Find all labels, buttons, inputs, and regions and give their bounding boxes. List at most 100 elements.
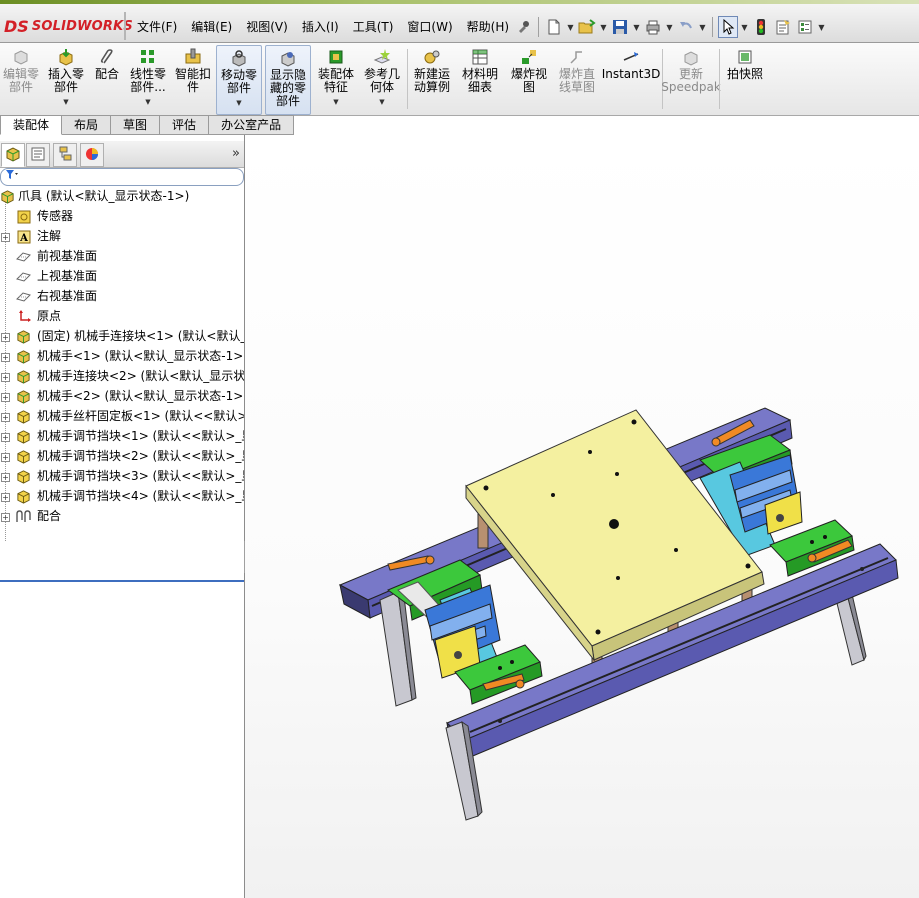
edit-component-button[interactable]: 编辑零 部件 [0, 45, 42, 113]
menu-view[interactable]: 视图(V) [239, 14, 295, 40]
solidworks-logo[interactable]: DS SOLIDWORKS [4, 14, 133, 38]
insert-component-button[interactable]: 插入零 部件 ▼ [44, 45, 88, 113]
insert-component-dropdown-icon[interactable]: ▼ [63, 96, 68, 109]
show-hidden-components-button[interactable]: 显示隐 藏的零 部件 [265, 45, 311, 115]
expand-icon[interactable]: + [1, 393, 10, 402]
snapshot-button[interactable]: 拍快照 [722, 45, 768, 113]
plane-icon [16, 289, 31, 304]
toolbar-separator [712, 17, 713, 37]
instant3d-button[interactable]: Instant3D [602, 45, 660, 113]
assembly-features-dropdown-icon[interactable]: ▼ [333, 96, 338, 109]
show-hidden-label: 显示隐 藏的零 部件 [269, 68, 306, 108]
new-document-icon[interactable] [544, 16, 564, 38]
menu-file[interactable]: 文件(F) [130, 14, 184, 40]
tab-assembly[interactable]: 装配体 [0, 115, 63, 135]
expand-icon[interactable]: + [1, 233, 10, 242]
mate-label: 配合 [94, 67, 119, 81]
configuration-manager-tab[interactable] [53, 143, 77, 167]
mate-button[interactable]: 配合 [90, 45, 124, 113]
tree-root[interactable]: 爪具 (默认<默认_显示状态-1>) [0, 187, 244, 207]
panel-expand-icon[interactable]: » [232, 146, 240, 161]
tab-office-products[interactable]: 办公室产品 [209, 115, 295, 135]
tree-item-component[interactable]: + 机械手丝杆固定板<1> (默认<<默认>_ [0, 407, 244, 427]
expand-icon[interactable]: + [1, 493, 10, 502]
ribbon-separator [719, 49, 720, 109]
tab-sketch[interactable]: 草图 [111, 115, 161, 135]
move-component-button[interactable]: 移动零 部件 ▼ [216, 45, 262, 115]
reference-geometry-dropdown-icon[interactable]: ▼ [379, 96, 384, 109]
options-dropdown-icon[interactable]: ▼ [817, 23, 826, 32]
explode-line-sketch-button[interactable]: 爆炸直 线草图 [554, 45, 600, 113]
expand-icon[interactable]: + [1, 353, 10, 362]
save-dropdown-icon[interactable]: ▼ [632, 23, 641, 32]
reference-geometry-label: 参考几 何体 [363, 67, 400, 94]
tree-item-top-plane[interactable]: 上视基准面 [0, 267, 244, 287]
print-icon[interactable] [643, 16, 663, 38]
tree-item-component[interactable]: + 机械手调节挡块<4> (默认<<默认>_显 [0, 487, 244, 507]
display-manager-tab[interactable] [80, 143, 104, 167]
update-speedpak-button[interactable]: 更新 Speedpak [661, 45, 721, 113]
linear-pattern-button[interactable]: 线性零 部件... ▼ [126, 45, 170, 113]
menu-tools[interactable]: 工具(T) [346, 14, 401, 40]
rebuild-icon[interactable] [751, 16, 771, 38]
open-icon[interactable] [577, 16, 597, 38]
tree-rollback-bar[interactable] [0, 580, 244, 582]
filter-icon[interactable] [5, 169, 19, 184]
new-motion-study-button[interactable]: 新建运 动算例 [410, 45, 454, 113]
menu-window[interactable]: 窗口(W) [400, 14, 459, 40]
assembly-features-button[interactable]: 装配体 特征 ▼ [314, 45, 358, 113]
menu-help[interactable]: 帮助(H) [460, 14, 516, 40]
menu-insert[interactable]: 插入(I) [295, 14, 346, 40]
expand-icon[interactable]: + [1, 333, 10, 342]
tree-item-right-plane[interactable]: 右视基准面 [0, 287, 244, 307]
menu-edit[interactable]: 编辑(E) [184, 14, 239, 40]
save-icon[interactable] [610, 16, 630, 38]
tree-item-component[interactable]: + 机械手<2> (默认<默认_显示状态-1>) [0, 387, 244, 407]
reference-geometry-button[interactable]: 参考几 何体 ▼ [360, 45, 404, 113]
svg-text:A: A [19, 233, 28, 244]
open-dropdown-icon[interactable]: ▼ [599, 23, 608, 32]
tree-item-annotations[interactable]: + A 注解 [0, 227, 244, 247]
tree-item-origin[interactable]: 原点 [0, 307, 244, 327]
select-icon[interactable] [718, 16, 738, 38]
graphics-area[interactable] [245, 135, 919, 898]
pin-icon[interactable] [513, 16, 533, 38]
expand-icon[interactable]: + [1, 513, 10, 522]
print-dropdown-icon[interactable]: ▼ [665, 23, 674, 32]
tree-item-component[interactable]: + (固定) 机械手连接块<1> (默认<默认_显 [0, 327, 244, 347]
move-component-dropdown-icon[interactable]: ▼ [236, 97, 241, 110]
bom-button[interactable]: 材料明 细表 [458, 45, 502, 113]
expand-icon[interactable]: + [1, 373, 10, 382]
expand-icon[interactable]: + [1, 473, 10, 482]
file-properties-icon[interactable] [773, 16, 793, 38]
property-manager-tab[interactable] [26, 143, 50, 167]
assembly-model[interactable] [245, 135, 919, 898]
undo-icon[interactable] [676, 16, 696, 38]
tree-item-sensors[interactable]: 传感器 [0, 207, 244, 227]
exploded-view-button[interactable]: 爆炸视 图 [506, 45, 552, 113]
part-icon [16, 329, 31, 344]
linear-pattern-dropdown-icon[interactable]: ▼ [145, 96, 150, 109]
tree-item-component[interactable]: + 机械手调节挡块<3> (默认<<默认>_显 [0, 467, 244, 487]
logo-name: SOLIDWORKS [31, 18, 133, 34]
undo-dropdown-icon[interactable]: ▼ [698, 23, 707, 32]
expand-icon[interactable]: + [1, 453, 10, 462]
tree-item-component[interactable]: + 机械手调节挡块<1> (默认<<默认>_显 [0, 427, 244, 447]
expand-icon[interactable]: + [1, 413, 10, 422]
tree-item-front-plane[interactable]: 前视基准面 [0, 247, 244, 267]
tree-item-mates[interactable]: + 配合 [0, 507, 244, 527]
tree-item-component[interactable]: + 机械手<1> (默认<默认_显示状态-1>) [0, 347, 244, 367]
feature-manager-tab[interactable] [1, 143, 25, 167]
smart-fasteners-button[interactable]: 智能扣 件 [172, 45, 214, 113]
expand-icon[interactable]: + [1, 433, 10, 442]
tree-item-component[interactable]: + 机械手调节挡块<2> (默认<<默认>_显 [0, 447, 244, 467]
tree-filter-bar[interactable] [0, 168, 244, 186]
tree-item-label: 机械手<2> (默认<默认_显示状态-1>) [37, 389, 244, 403]
select-dropdown-icon[interactable]: ▼ [740, 23, 749, 32]
tree-item-component[interactable]: + 机械手连接块<2> (默认<默认_显示状态 [0, 367, 244, 387]
new-dropdown-icon[interactable]: ▼ [566, 23, 575, 32]
options-icon[interactable] [795, 16, 815, 38]
tab-layout[interactable]: 布局 [62, 115, 112, 135]
tab-evaluate[interactable]: 评估 [160, 115, 210, 135]
logo-ds: DS [4, 16, 29, 36]
